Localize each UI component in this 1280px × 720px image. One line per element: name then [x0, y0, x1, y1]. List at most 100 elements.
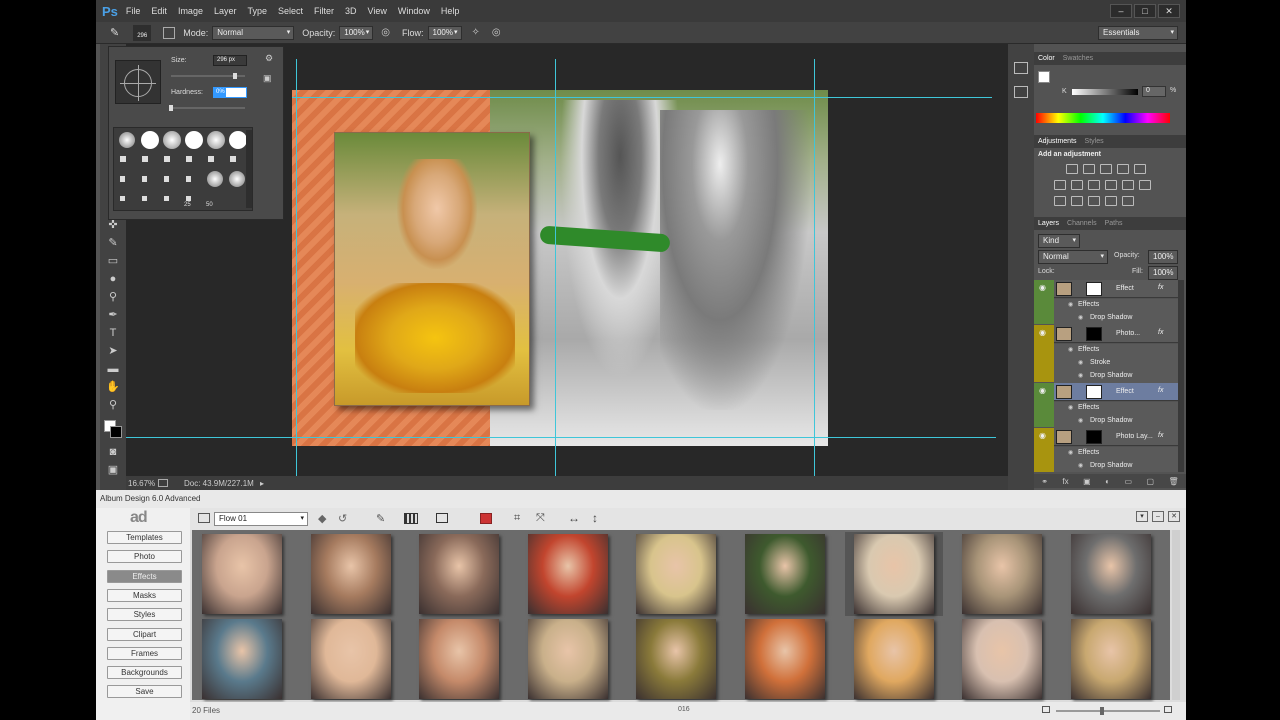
- menu-filter[interactable]: Filter: [314, 6, 334, 16]
- album-button-templates[interactable]: Templates: [107, 531, 182, 544]
- transform-icon[interactable]: ⤧: [536, 512, 545, 525]
- layer-name[interactable]: Photo Lay...: [1116, 433, 1153, 440]
- menu-edit[interactable]: Edit: [151, 6, 167, 16]
- effect-visibility-icon[interactable]: ◉: [1078, 372, 1083, 379]
- vibrance-icon[interactable]: [1134, 164, 1146, 174]
- gradient-map-icon[interactable]: [1105, 196, 1117, 206]
- size-field[interactable]: 296 px: [213, 55, 247, 66]
- levels-icon[interactable]: [1083, 164, 1095, 174]
- preset-hard-round-1[interactable]: [141, 131, 159, 149]
- layer-mask-thumbnail[interactable]: [1086, 430, 1102, 444]
- thumbnail-scrollbar[interactable]: [1172, 530, 1180, 700]
- album-button-frames[interactable]: Frames: [107, 646, 182, 660]
- invert-icon[interactable]: [1054, 196, 1066, 206]
- wand-icon[interactable]: ✎: [376, 512, 385, 525]
- color-lookup-icon[interactable]: [1139, 180, 1151, 190]
- new-layer-icon[interactable]: ▢: [1146, 477, 1154, 486]
- layer-effect-row[interactable]: ◉ Stroke: [1054, 357, 1178, 370]
- delete-icon[interactable]: [480, 513, 492, 524]
- preset-soft-round-4[interactable]: [207, 171, 223, 187]
- preset-hard-round-3[interactable]: [229, 131, 247, 149]
- layer-effect-row[interactable]: ◉ Effects: [1054, 299, 1178, 312]
- fill-field[interactable]: 100%: [1148, 266, 1178, 280]
- layer-mask-thumbnail[interactable]: [1086, 282, 1102, 296]
- album-dropdown-button[interactable]: ▾: [1136, 511, 1148, 522]
- gradient-icon[interactable]: ▭: [103, 253, 123, 270]
- tab-layers[interactable]: Layers: [1038, 220, 1059, 227]
- album-close-button[interactable]: ✕: [1168, 511, 1180, 522]
- kind-filter[interactable]: Kind ▾: [1038, 234, 1080, 248]
- menu-layer[interactable]: Layer: [214, 6, 237, 16]
- fg-color-swatch[interactable]: [1038, 71, 1050, 83]
- photo-thumbnail[interactable]: [527, 534, 608, 614]
- effect-visibility-icon[interactable]: ◉: [1078, 462, 1083, 469]
- black-white-icon[interactable]: [1088, 180, 1100, 190]
- album-button-effects[interactable]: Effects: [107, 569, 182, 583]
- channel-mixer-icon[interactable]: [1122, 180, 1134, 190]
- fx-icon[interactable]: fx: [1158, 284, 1163, 291]
- preset-soft-round-5[interactable]: [229, 171, 245, 187]
- pen-icon[interactable]: ✒: [103, 307, 123, 324]
- photo-thumbnail[interactable]: [962, 534, 1043, 614]
- crop-icon[interactable]: ⌗: [514, 512, 520, 525]
- tab-adjustments[interactable]: Adjustments: [1038, 138, 1077, 145]
- presets-scrollbar[interactable]: [246, 130, 252, 208]
- quick-mask-icon[interactable]: ◙: [103, 444, 123, 461]
- fx-icon[interactable]: fx: [1158, 329, 1163, 336]
- tab-color[interactable]: Color: [1038, 55, 1055, 62]
- flow-select[interactable]: Flow 01 ▾: [214, 512, 308, 526]
- effect-visibility-icon[interactable]: ◉: [1068, 404, 1073, 411]
- effect-visibility-icon[interactable]: ◉: [1068, 346, 1073, 353]
- eye-icon[interactable]: ◉: [1039, 328, 1046, 337]
- size-slider-thumb[interactable]: [233, 73, 237, 79]
- effect-visibility-icon[interactable]: ◉: [1078, 417, 1083, 424]
- brush-angle-preview[interactable]: [115, 60, 161, 104]
- album-minimize-button[interactable]: –: [1152, 511, 1164, 522]
- layer-effect-row[interactable]: ◉ Effects: [1054, 344, 1178, 357]
- posterize-icon[interactable]: [1071, 196, 1083, 206]
- k-slider[interactable]: [1072, 89, 1138, 95]
- album-button-save[interactable]: Save: [107, 685, 182, 699]
- flip-horizontal-icon[interactable]: ↔: [568, 511, 580, 525]
- path-select-icon[interactable]: ➤: [103, 343, 123, 360]
- layer-effect-row[interactable]: ◉ Drop Shadow: [1054, 370, 1178, 383]
- photo-thumbnail[interactable]: [1070, 534, 1151, 614]
- color-swatches[interactable]: [102, 416, 124, 442]
- menu-window[interactable]: Window: [398, 6, 430, 16]
- properties-icon[interactable]: [1014, 86, 1028, 98]
- document-canvas[interactable]: [292, 90, 828, 446]
- menu-3d[interactable]: 3D: [345, 6, 357, 16]
- undo-icon[interactable]: ↺: [338, 512, 347, 525]
- hardness-slider[interactable]: [171, 107, 245, 109]
- photo-thumbnail[interactable]: [1070, 619, 1151, 699]
- photo-filter-icon[interactable]: [1105, 180, 1117, 190]
- eye-icon[interactable]: ◉: [1039, 386, 1046, 395]
- brush-tool-icon[interactable]: ✎: [110, 26, 119, 39]
- photo-thumbnail[interactable]: [636, 619, 717, 699]
- hardness-field[interactable]: 0%: [213, 87, 247, 98]
- menu-view[interactable]: View: [368, 6, 387, 16]
- photo-thumbnail[interactable]: [636, 534, 717, 614]
- effect-visibility-icon[interactable]: ◉: [1078, 359, 1083, 366]
- maximize-button[interactable]: □: [1134, 4, 1156, 18]
- eye-icon[interactable]: ◉: [1039, 283, 1046, 292]
- effect-visibility-icon[interactable]: ◉: [1068, 301, 1073, 308]
- pressure-opacity-icon[interactable]: ◎: [381, 27, 390, 38]
- preset-soft-round-2[interactable]: [163, 131, 181, 149]
- fx-icon[interactable]: fx: [1062, 477, 1068, 486]
- layers-scrollbar[interactable]: [1178, 280, 1184, 472]
- brush-preset-picker[interactable]: 296: [133, 24, 152, 41]
- blur-icon[interactable]: ●: [103, 271, 123, 288]
- photo-thumbnail[interactable]: [310, 534, 391, 614]
- export-icon[interactable]: [158, 479, 168, 487]
- group-icon[interactable]: ▭: [1124, 477, 1132, 486]
- link-icon[interactable]: ⚭: [1041, 477, 1048, 486]
- thumb-size-slider[interactable]: [1056, 710, 1160, 712]
- photo-thumbnail[interactable]: [745, 534, 825, 614]
- photo-thumbnail[interactable]: [419, 534, 500, 614]
- layer-row[interactable]: ◉ Effect fx: [1034, 280, 1178, 324]
- layer-effect-row[interactable]: ◉ Drop Shadow: [1054, 415, 1178, 428]
- preset-hard-round-2[interactable]: [185, 131, 203, 149]
- photo-thumbnail[interactable]: [202, 534, 282, 614]
- zoom-readout[interactable]: 16.67%: [128, 479, 158, 488]
